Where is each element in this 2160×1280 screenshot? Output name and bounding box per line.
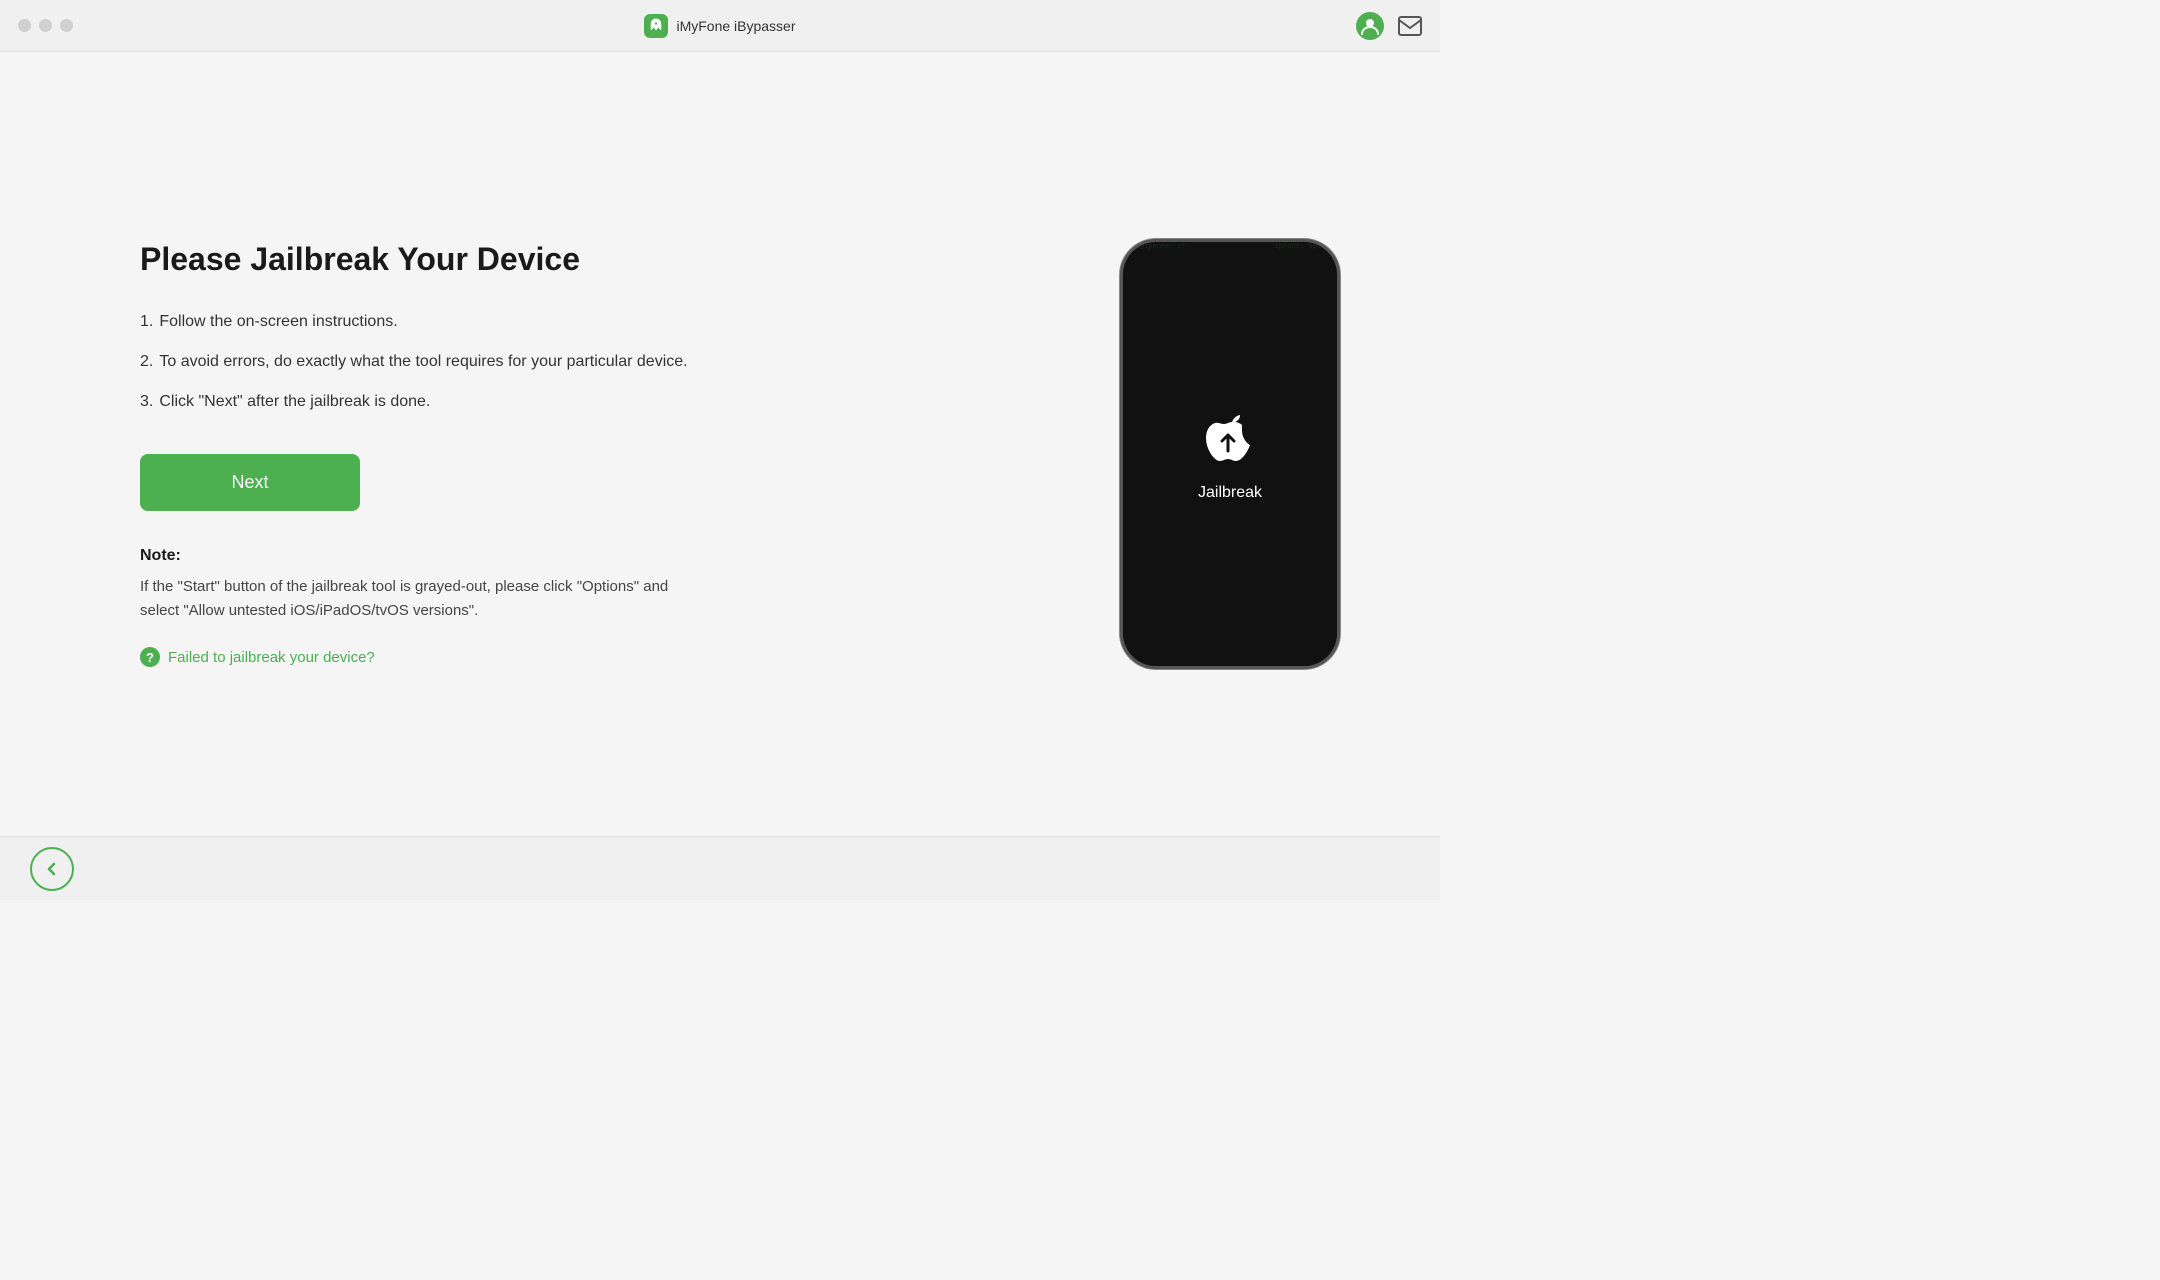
instruction-number-3: 3. [140,390,153,414]
apple-jailbreak-icon [1198,407,1262,471]
bottom-bar [0,836,1440,900]
app-name-text: iMyFone iBypasser [676,18,795,34]
maximize-button[interactable] [60,19,73,32]
page-title: Please Jailbreak Your Device [140,241,740,278]
note-text: If the "Start" button of the jailbreak t… [140,575,680,623]
instruction-text-1: Follow the on-screen instructions. [159,310,397,334]
user-icon[interactable] [1356,12,1384,40]
instruction-text-3: Click "Next" after the jailbreak is done… [159,390,430,414]
apple-logo-wrapper [1198,407,1262,476]
note-title: Note: [140,547,740,565]
next-button[interactable]: Next [140,454,360,511]
instruction-number-2: 2. [140,350,153,374]
question-icon: ? [140,647,160,667]
titlebar-actions [1356,12,1422,40]
back-button[interactable] [30,847,74,891]
phone-notch [1185,242,1275,264]
instruction-item-1: 1. Follow the on-screen instructions. [140,310,740,334]
failed-jailbreak-link[interactable]: ? Failed to jailbreak your device? [140,647,740,667]
titlebar: iMyFone iBypasser [0,0,1440,52]
instruction-item-2: 2. To avoid errors, do exactly what the … [140,350,740,374]
close-button[interactable] [18,19,31,32]
instruction-text-2: To avoid errors, do exactly what the too… [159,350,687,374]
app-logo [644,14,668,38]
phone-frame: root@iphone: chmod 777 /System root@ipho… [1120,239,1340,669]
left-panel: Please Jailbreak Your Device 1. Follow t… [140,241,740,667]
jailbreak-label: Jailbreak [1198,484,1262,502]
instruction-number-1: 1. [140,310,153,334]
mail-icon[interactable] [1398,16,1422,36]
main-content: Please Jailbreak Your Device 1. Follow t… [0,52,1440,836]
instruction-item-3: 3. Click "Next" after the jailbreak is d… [140,390,740,414]
jailbreak-content: Jailbreak [1198,407,1262,502]
minimize-button[interactable] [39,19,52,32]
window-controls [18,19,73,32]
right-panel: root@iphone: chmod 777 /System root@ipho… [1120,239,1340,669]
note-section: Note: If the "Start" button of the jailb… [140,547,740,623]
arrow-left-icon [43,860,61,878]
instructions-list: 1. Follow the on-screen instructions. 2.… [140,310,740,414]
phone-mockup: root@iphone: chmod 777 /System root@ipho… [1120,239,1340,669]
app-title: iMyFone iBypasser [644,14,795,38]
failed-link-text: Failed to jailbreak your device? [168,649,375,666]
phone-screen: root@iphone: chmod 777 /System root@ipho… [1123,242,1337,666]
